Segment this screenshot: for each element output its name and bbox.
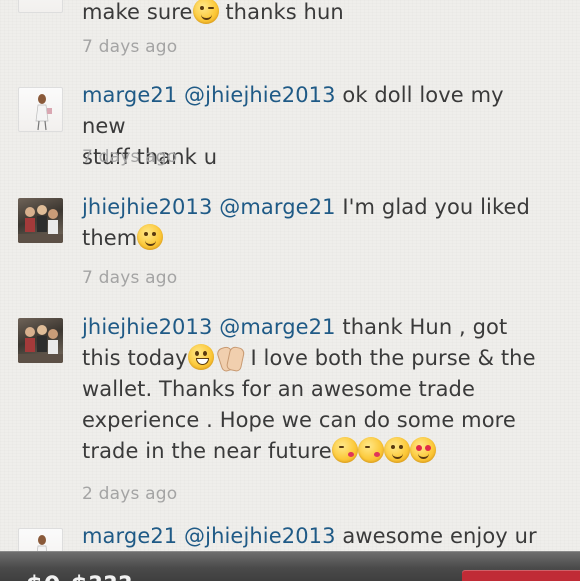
mention-link[interactable]: @marge21 (219, 195, 335, 219)
smile-emoji-icon (383, 437, 410, 463)
comment-text-line2-end: I love both the purse & the (243, 346, 536, 370)
comment-text-body: make sure (82, 0, 193, 24)
comment-text-line3: wallet. Thanks for an awesome trade (82, 377, 476, 401)
jhiejhie2013-avatar[interactable] (18, 198, 63, 243)
comment-timestamp: 2 days ago (82, 484, 178, 504)
comment-text-end: thanks hun (218, 0, 344, 24)
comment-text-line1: I'm glad you liked (335, 195, 530, 219)
comment-thread: make sure thanks hun 7 days ago marge21 … (0, 0, 580, 552)
clapping-hands-icon (214, 344, 244, 370)
comment-text: marge21 @jhiejhie2013 awesome enjoy ur (82, 521, 552, 552)
comment-text-line1: awesome enjoy ur (335, 524, 537, 548)
mention-link[interactable]: @jhiejhie2013 (184, 83, 336, 107)
buy-button[interactable] (462, 570, 580, 581)
username-link[interactable]: marge21 (82, 524, 177, 548)
username-link[interactable]: jhiejhie2013 (82, 195, 212, 219)
comment-text-line5: trade in the near future (82, 439, 332, 463)
comment-text: make sure thanks hun (82, 0, 552, 28)
username-link[interactable]: jhiejhie2013 (82, 315, 212, 339)
kiss-emoji-icon (331, 437, 358, 463)
mention-link[interactable]: @marge21 (219, 315, 335, 339)
comment-text: jhiejhie2013 @marge21 I'm glad you liked… (82, 192, 552, 254)
group-photo-icon (18, 325, 63, 363)
comment-timestamp: 7 days ago (82, 268, 178, 288)
username-link[interactable]: marge21 (82, 83, 177, 107)
heart-eyes-emoji-icon (409, 437, 436, 463)
wink-emoji-icon (192, 0, 219, 24)
mention-link[interactable]: @jhiejhie2013 (184, 524, 336, 548)
marge21-avatar[interactable] (18, 87, 63, 132)
smile-emoji-icon (137, 224, 164, 250)
listing-bottom-bar: $0 $??? (0, 551, 580, 581)
marge21-avatar[interactable] (18, 528, 63, 552)
comment-timestamp: 7 days ago (82, 147, 178, 167)
person-figure-icon (36, 535, 48, 552)
comment-timestamp: 7 days ago (82, 37, 178, 57)
marge21-avatar[interactable] (18, 0, 63, 13)
group-photo-icon (18, 205, 63, 243)
kiss-emoji-icon (357, 437, 384, 463)
grin-emoji-icon (187, 344, 214, 370)
comment-text-line4: experience . Hope we can do some more (82, 408, 516, 432)
comment-text-line1: thank Hun , got (335, 315, 508, 339)
person-figure-icon (35, 94, 52, 131)
comment-text-line2-start: this today (82, 346, 188, 370)
comment-text: jhiejhie2013 @marge21 thank Hun , got th… (82, 312, 552, 467)
comment-text-line2: them (82, 226, 138, 250)
jhiejhie2013-avatar[interactable] (18, 318, 63, 363)
